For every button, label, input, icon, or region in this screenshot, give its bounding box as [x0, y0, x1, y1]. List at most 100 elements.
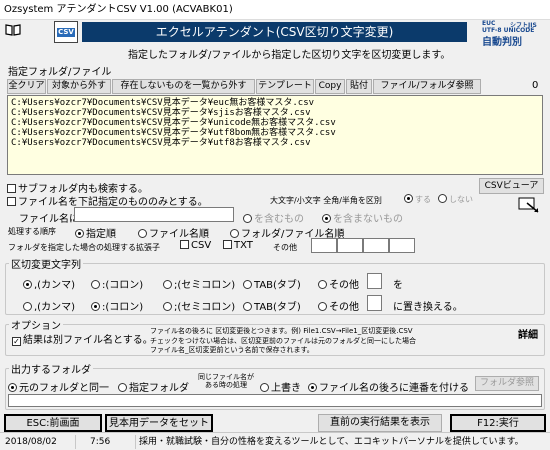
from-other-radio[interactable]: その他: [318, 276, 359, 291]
ext-csv-checkbox[interactable]: CSV: [180, 240, 211, 251]
copy-button[interactable]: Copy: [315, 79, 345, 94]
checkbox-icon[interactable]: [7, 184, 16, 193]
radio-icon[interactable]: [260, 383, 269, 392]
to-other-label: その他: [329, 302, 359, 313]
to-colon-radio[interactable]: :(コロン): [91, 298, 143, 313]
radio-icon[interactable]: [308, 383, 317, 392]
to-tab-radio[interactable]: TAB(タブ): [243, 298, 301, 313]
option-note-3: ファイル名_区切変更前という名前で保存されます。: [150, 346, 314, 354]
overwrite-radio[interactable]: 上書き: [260, 379, 301, 394]
file-list[interactable]: C:¥Users¥ozcr7¥Documents¥CSV見本データ¥euc無お客…: [7, 95, 543, 175]
radio-icon[interactable]: [318, 302, 327, 311]
csv-badge: CSV: [57, 28, 75, 37]
window-title: Ozsystem アテンダントCSV V1.00 (ACVABK01): [0, 0, 550, 20]
output-specified-label: 指定フォルダ: [129, 383, 189, 394]
ext-other-input-1[interactable]: [311, 238, 337, 253]
esc-back-button[interactable]: ESC:前画面: [4, 414, 102, 432]
radio-icon[interactable]: [91, 302, 100, 311]
output-specified-radio[interactable]: 指定フォルダ: [118, 379, 189, 394]
radio-icon[interactable]: [438, 194, 447, 203]
radio-icon[interactable]: [23, 280, 32, 289]
radio-icon[interactable]: [163, 280, 172, 289]
show-last-result-button[interactable]: 直前の実行結果を表示: [318, 414, 442, 432]
from-tab-label: TAB(タブ): [254, 280, 301, 291]
radio-icon[interactable]: [243, 280, 252, 289]
list-item[interactable]: C:¥Users¥ozcr7¥Documents¥CSV見本データ¥unicod…: [11, 118, 539, 128]
radio-icon[interactable]: [230, 229, 239, 238]
ext-other-input-2[interactable]: [337, 238, 363, 253]
result-filename-checkbox[interactable]: ✓ 結果は別ファイル名とする。: [12, 331, 153, 346]
f12-execute-button[interactable]: F12:実行: [450, 414, 546, 432]
remove-missing-button[interactable]: 存在しないものを一覧から外す: [112, 79, 255, 94]
case-yes-radio[interactable]: する: [404, 194, 431, 205]
from-comma-label: ,(カンマ): [34, 280, 75, 291]
from-tab-radio[interactable]: TAB(タブ): [243, 276, 301, 291]
csv-file-icon: CSV: [54, 21, 78, 43]
checkbox-icon[interactable]: [180, 240, 189, 249]
to-other-input[interactable]: [367, 295, 382, 311]
radio-icon[interactable]: [318, 280, 327, 289]
filename-input[interactable]: [74, 207, 234, 222]
ext-txt-checkbox[interactable]: TXT: [223, 240, 253, 251]
option-section-label: オプション: [9, 317, 63, 332]
list-item[interactable]: C:¥Users¥ozcr7¥Documents¥CSV見本データ¥euc無お客…: [11, 98, 539, 108]
from-colon-label: :(コロン): [102, 280, 144, 291]
list-item[interactable]: C:¥Users¥ozcr7¥Documents¥CSV見本データ¥sjisお客…: [11, 108, 539, 118]
filename-only-checkbox[interactable]: ファイル名を下記指定のもののみとする。: [7, 193, 208, 208]
radio-icon[interactable]: [243, 302, 252, 311]
status-time: 7:56: [76, 435, 136, 449]
ext-other-input-3[interactable]: [363, 238, 389, 253]
output-same-label: 元のフォルダと同一: [19, 383, 109, 394]
radio-icon[interactable]: [322, 214, 331, 223]
clear-all-button[interactable]: 全クリア: [7, 79, 46, 94]
radio-icon[interactable]: [243, 214, 252, 223]
status-bar: 2018/08/02 7:56 採用・就職試験・自分の性格を変えるツールとして、…: [0, 432, 550, 450]
contains-radio[interactable]: を含むもの: [243, 210, 304, 225]
radio-icon[interactable]: [118, 383, 127, 392]
checkbox-icon[interactable]: [7, 197, 16, 206]
check-icon[interactable]: ✓: [12, 337, 21, 346]
radio-icon[interactable]: [91, 280, 100, 289]
checkbox-icon[interactable]: [223, 240, 232, 249]
set-sample-data-button[interactable]: 見本用データをセット: [105, 414, 213, 432]
output-same-radio[interactable]: 元のフォルダと同一: [8, 379, 109, 394]
from-comma-radio[interactable]: ,(カンマ): [23, 276, 75, 291]
radio-icon[interactable]: [75, 229, 84, 238]
output-folder-input[interactable]: [8, 394, 542, 407]
radio-icon[interactable]: [404, 194, 413, 203]
list-item[interactable]: C:¥Users¥ozcr7¥Documents¥CSV見本データ¥utf8お客…: [11, 138, 539, 148]
remove-target-button[interactable]: 対象から外す: [47, 79, 111, 94]
page-description: 指定したフォルダ/ファイルから指定した区切り文字を区切変更します。: [128, 50, 451, 61]
case-no-radio[interactable]: しない: [438, 194, 473, 205]
logo-euc: EUC: [482, 20, 496, 27]
radio-icon[interactable]: [23, 302, 32, 311]
folder-browse-button[interactable]: フォルダ参照: [475, 376, 539, 391]
ext-txt-label: TXT: [234, 240, 253, 251]
extension-label: フォルダを指定した場合の処理する拡張子: [8, 243, 160, 252]
ext-other-input-4[interactable]: [389, 238, 415, 253]
append-number-radio[interactable]: ファイル名の後ろに連番を付ける: [308, 379, 469, 394]
from-colon-radio[interactable]: :(コロン): [91, 276, 143, 291]
radio-icon[interactable]: [163, 302, 172, 311]
radio-icon[interactable]: [138, 229, 147, 238]
file-folder-browse-button[interactable]: ファイル/フォルダ参照: [373, 79, 481, 94]
resize-icon[interactable]: [518, 197, 540, 213]
not-contains-radio[interactable]: を含まないもの: [322, 210, 403, 225]
paste-button[interactable]: 貼付: [346, 79, 372, 94]
radio-icon[interactable]: [8, 383, 17, 392]
order-label: 処理する順序: [8, 227, 56, 236]
book-icon[interactable]: [5, 24, 21, 36]
order-spec-radio[interactable]: 指定順: [75, 225, 116, 240]
csv-viewer-button[interactable]: CSVビューア: [479, 178, 544, 194]
from-other-input[interactable]: [367, 273, 382, 289]
option-note-1: ファイル名の後ろに 区切変更後とつきます。例) File1.CSV→File1_…: [150, 327, 413, 335]
from-semicolon-radio[interactable]: ;(セミコロン): [163, 276, 235, 291]
to-other-radio[interactable]: その他: [318, 298, 359, 313]
order-name-radio[interactable]: ファイル名順: [138, 225, 209, 240]
list-item[interactable]: C:¥Users¥ozcr7¥Documents¥CSV見本データ¥utf8bo…: [11, 128, 539, 138]
template-button[interactable]: テンプレート: [256, 79, 314, 94]
to-semicolon-radio[interactable]: ;(セミコロン): [163, 298, 235, 313]
detail-link[interactable]: 詳細: [518, 326, 538, 341]
ext-other-label: その他: [273, 243, 297, 252]
to-comma-radio[interactable]: ,(カンマ): [23, 298, 75, 313]
